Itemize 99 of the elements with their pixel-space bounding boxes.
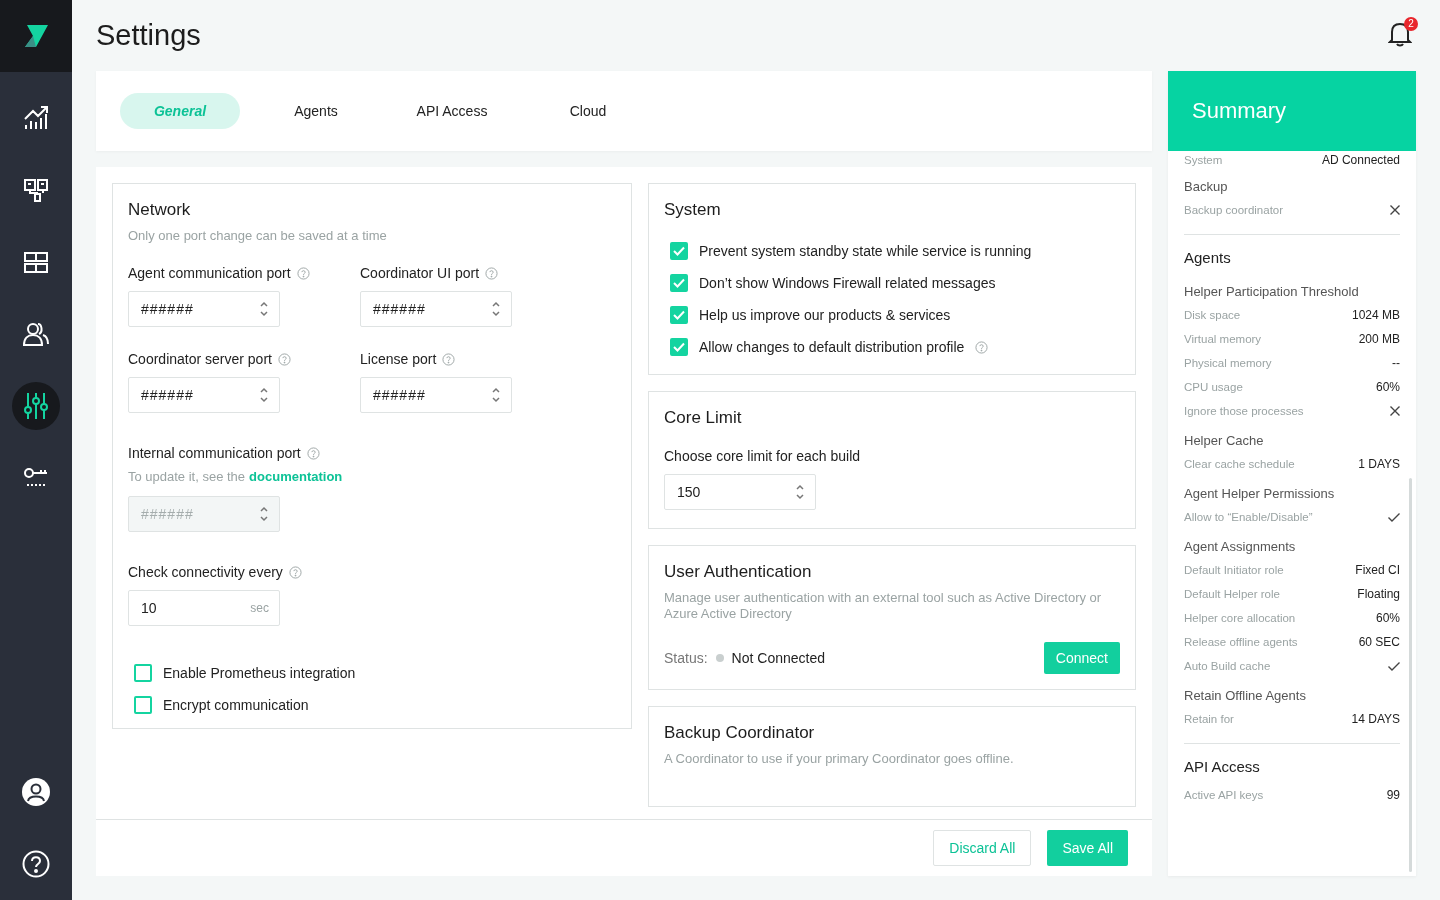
- summary-heading: API Access: [1184, 758, 1261, 775]
- checkbox-label: Help us improve our products & services: [699, 307, 951, 323]
- summary-label: Allow to “Enable/Disable”: [1184, 511, 1313, 523]
- summary-label: Active API keys: [1184, 789, 1264, 801]
- field-label: Internal communication port: [128, 445, 301, 461]
- checkbox-label: Prevent system standby state while service is running: [699, 243, 1032, 259]
- checkbox-label: Enable Prometheus integration: [163, 665, 356, 681]
- summary-value: 1024 MB: [1351, 308, 1400, 322]
- close-icon: [1390, 406, 1400, 416]
- nodes-icon: [23, 177, 49, 203]
- nav-item[interactable]: [12, 382, 60, 430]
- summary-subheading: Retain Offline Agents: [1184, 688, 1307, 703]
- summary-label: Virtual memory: [1184, 333, 1262, 345]
- summary-subheading: Helper Cache: [1184, 433, 1265, 448]
- field-label: Check connectivity every: [128, 564, 283, 580]
- stepper-icon[interactable]: [795, 483, 805, 501]
- summary-value: 60%: [1375, 611, 1400, 625]
- scrollbar[interactable]: [1409, 478, 1412, 872]
- core-limit-input[interactable]: 150: [664, 474, 816, 510]
- summary-label: Disk space: [1184, 309, 1241, 321]
- summary-value: 99: [1386, 788, 1400, 802]
- checkbox-label: Allow changes to default distribution profile: [699, 339, 965, 355]
- tab[interactable]: Agents: [256, 93, 376, 129]
- stepper-icon[interactable]: [491, 386, 501, 404]
- summary-label: Physical memory: [1184, 357, 1272, 369]
- chart-icon: [23, 105, 49, 131]
- grid-icon: [23, 249, 49, 275]
- bell-icon[interactable]: [1388, 20, 1412, 47]
- summary-value: Fixed CI: [1355, 563, 1400, 577]
- logo-icon: [24, 25, 48, 47]
- interval-input[interactable]: 10 sec: [128, 590, 280, 626]
- stepper-icon[interactable]: [259, 300, 269, 318]
- field-label: License port: [360, 351, 437, 367]
- summary-value: --: [1392, 356, 1400, 370]
- summary-label: Retain for: [1184, 713, 1234, 725]
- summary-label: Default Helper role: [1184, 588, 1280, 600]
- summary-value: 60%: [1375, 380, 1400, 394]
- summary-heading: Agents: [1184, 249, 1232, 266]
- stepper-icon[interactable]: [491, 300, 501, 318]
- summary-subheading: Agent Assignments: [1184, 539, 1297, 554]
- section-subtitle: Only one port change can be saved at a time: [128, 228, 388, 243]
- status-dot: [715, 654, 724, 662]
- checkbox-label: Encrypt communication: [163, 697, 309, 713]
- field-note: To update it, see the: [128, 469, 246, 484]
- field-label: Choose core limit for each build: [664, 448, 862, 464]
- close-icon: [1390, 205, 1400, 215]
- stepper-icon[interactable]: [259, 386, 269, 404]
- port-input[interactable]: ######: [360, 291, 512, 327]
- tab[interactable]: API Access: [392, 93, 512, 129]
- checkbox[interactable]: [670, 274, 688, 292]
- summary-label: Helper core allocation: [1184, 612, 1296, 624]
- summary-subheading: Agent Helper Permissions: [1184, 486, 1336, 501]
- summary-label: Release offline agents: [1184, 636, 1298, 648]
- summary-value: AD Connected: [1321, 153, 1400, 167]
- summary-subheading: Helper Participation Threshold: [1184, 284, 1360, 299]
- field-label: Agent communication port: [128, 265, 291, 281]
- checkbox-label: Don’t show Windows Firewall related messages: [699, 275, 996, 291]
- section-title: System: [664, 200, 722, 220]
- summary-value: 200 MB: [1358, 332, 1400, 346]
- sliders-icon: [23, 392, 49, 420]
- section-title: User Authentication: [664, 562, 813, 582]
- section-description: A Coordinator to use if your primary Coordinator goes offline.: [664, 751, 1015, 766]
- check-icon: [1388, 661, 1400, 671]
- field-label: Coordinator UI port: [360, 265, 480, 281]
- summary-value: 14 DAYS: [1351, 712, 1400, 726]
- section-title: Core Limit: [664, 408, 743, 428]
- summary-label: Backup coordinator: [1184, 204, 1284, 216]
- summary-value: 60 SEC: [1358, 635, 1400, 649]
- summary-label: System: [1184, 154, 1223, 166]
- checkbox[interactable]: [670, 306, 688, 324]
- summary-label: Auto Build cache: [1184, 660, 1271, 672]
- summary-label: Default Initiator role: [1184, 564, 1284, 576]
- profile-icon[interactable]: [22, 778, 50, 806]
- notification-badge: 2: [1404, 16, 1418, 31]
- section-description: Manage user authentication with an external tool such as Active Directory or Azure Active Directory: [664, 590, 1103, 622]
- checkbox[interactable]: [134, 696, 152, 714]
- summary-label: CPU usage: [1184, 381, 1243, 393]
- checkbox[interactable]: [670, 242, 688, 260]
- tab[interactable]: Cloud: [528, 93, 648, 129]
- summary-header: Summary: [1168, 71, 1416, 151]
- section-title: Network: [128, 200, 192, 220]
- summary-label: Clear cache schedule: [1184, 458, 1295, 470]
- summary-value: 1 DAYS: [1358, 457, 1400, 471]
- status-label: Status:: [664, 650, 708, 666]
- check-icon: [1388, 512, 1400, 522]
- checkbox[interactable]: [134, 664, 152, 682]
- summary-label: Ignore those processes: [1184, 405, 1304, 417]
- port-input[interactable]: ######: [360, 377, 512, 413]
- summary-value: Floating: [1357, 587, 1400, 601]
- summary-subheading: Backup: [1184, 179, 1229, 194]
- users-icon: [23, 321, 49, 347]
- checkbox[interactable]: [670, 338, 688, 356]
- section-title: Backup Coordinator: [664, 723, 816, 743]
- status-text: Not Connected: [731, 650, 825, 666]
- page-title: Settings: [96, 19, 201, 52]
- key-icon: [23, 467, 49, 489]
- port-input[interactable]: ######: [128, 377, 280, 413]
- port-input[interactable]: ######: [128, 291, 280, 327]
- field-label: Coordinator server port: [128, 351, 272, 367]
